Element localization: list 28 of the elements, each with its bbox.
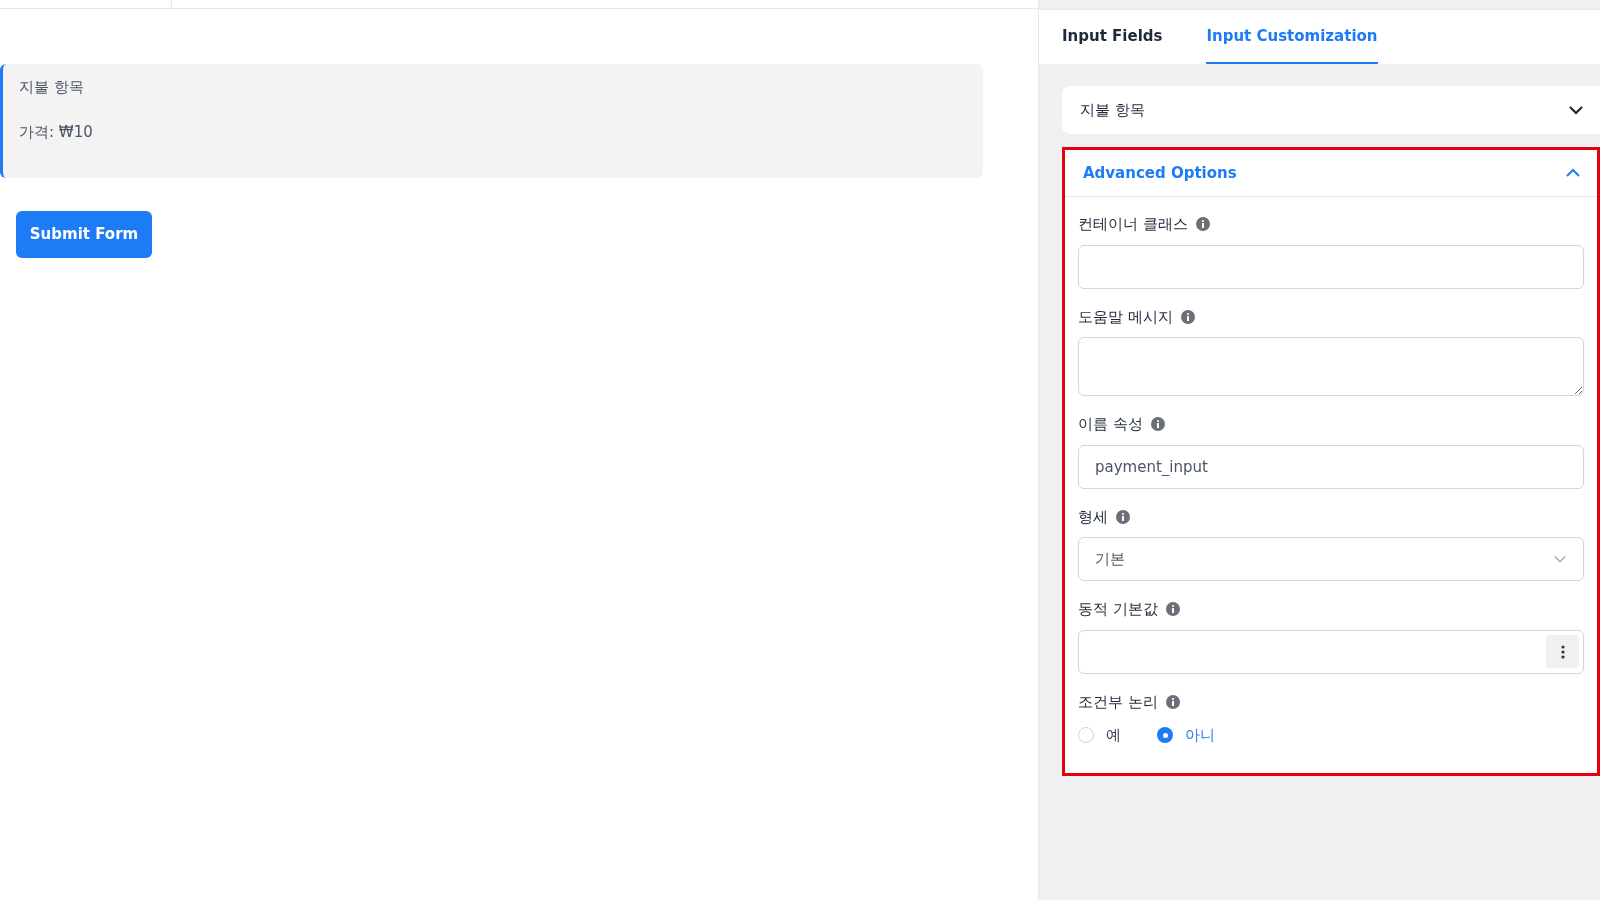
submit-button[interactable]: Submit Form [16,211,152,258]
tab[interactable]: Input Customization [1206,10,1378,64]
item-price: 가격: ₩10 [19,121,94,143]
info-icon[interactable] [1150,417,1165,432]
info-icon[interactable] [1195,217,1210,232]
field-label: 컨테이너 클래스 [1078,214,1188,235]
textarea-field[interactable] [1078,337,1584,396]
field-label: 조건부 논리 [1078,691,1158,713]
radio-label[interactable]: 아니 [1185,724,1215,747]
info-icon[interactable] [1165,694,1180,709]
accordion-header[interactable]: Advanced Options [1065,150,1597,197]
kebab-icon [1560,644,1565,659]
radio-button[interactable] [1157,727,1173,744]
field-label: 동적 기본값 [1078,599,1158,620]
text-input[interactable] [1078,244,1584,289]
item-title: 지불 항목 [19,77,85,98]
info-icon[interactable] [1116,509,1130,524]
text-input[interactable] [1078,629,1584,674]
field-label: 이름 속성 [1078,414,1143,435]
field-label: 형세 [1078,506,1108,528]
radio-label[interactable]: 예 [1106,724,1121,747]
text-input[interactable]: payment_input [1078,444,1584,489]
select-field[interactable]: 기본 [1078,537,1584,581]
info-icon[interactable] [1165,602,1180,617]
field-label: 도움말 메시지 [1078,306,1173,328]
accordion-header[interactable]: 지불 항목 [1062,86,1600,134]
info-icon[interactable] [1180,309,1195,324]
tab[interactable]: Input Fields [1062,10,1163,64]
